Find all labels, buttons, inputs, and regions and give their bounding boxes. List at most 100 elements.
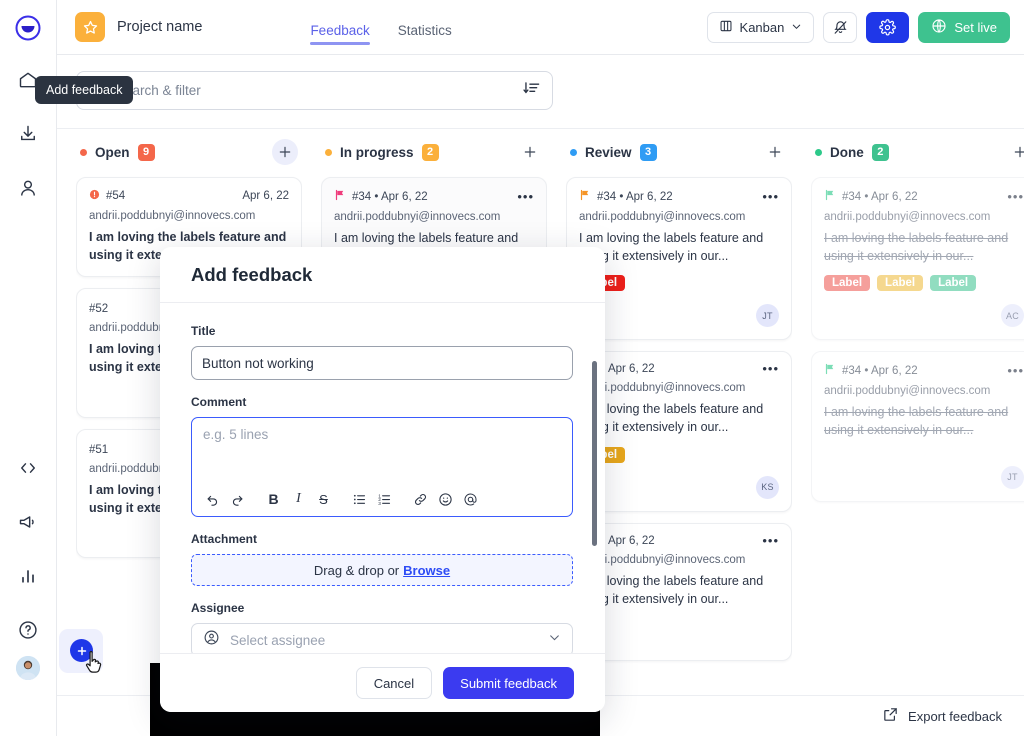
green-flag-icon bbox=[824, 363, 836, 378]
card-id: #34 • Apr 6, 22 bbox=[842, 364, 918, 377]
card-menu-button[interactable]: ••• bbox=[762, 534, 779, 547]
download-icon[interactable] bbox=[14, 120, 42, 148]
export-feedback-button[interactable]: Export feedback bbox=[882, 706, 1002, 726]
help-circle-icon[interactable] bbox=[14, 616, 42, 644]
card-text: I am loving the labels feature and using… bbox=[824, 405, 1009, 438]
card-email: andrii.poddubnyi@innovecs.com bbox=[89, 210, 256, 222]
search-input[interactable]: Search & filter bbox=[76, 71, 553, 110]
gear-icon-button[interactable] bbox=[866, 11, 910, 43]
column-title: Done bbox=[830, 144, 864, 160]
assignee-select[interactable]: Select assignee bbox=[191, 623, 573, 653]
user-icon[interactable] bbox=[14, 174, 42, 202]
link-icon[interactable] bbox=[408, 488, 433, 510]
modal-body: Title Button not working Comment e.g. 5 … bbox=[160, 303, 605, 653]
card-email: andrii.poddubnyi@innovecs.com bbox=[579, 211, 746, 223]
view-switch-kanban[interactable]: Kanban bbox=[706, 11, 815, 43]
tab-statistics[interactable]: Statistics bbox=[398, 0, 452, 55]
numbered-list-icon[interactable]: 123 bbox=[372, 488, 397, 510]
card-date: Apr 6, 22 bbox=[242, 190, 289, 202]
card-email: andrii.poddubnyi@innovecs.com bbox=[824, 385, 991, 398]
tooltip-add-feedback: Add feedback bbox=[35, 76, 134, 104]
card-labels: Label bbox=[579, 275, 779, 292]
italic-icon[interactable]: I bbox=[286, 488, 311, 510]
avatar: JT bbox=[1001, 465, 1024, 489]
modal-scrollbar[interactable] bbox=[592, 361, 597, 546]
bold-icon[interactable]: B bbox=[261, 488, 286, 510]
code-icon[interactable] bbox=[14, 454, 42, 482]
title-input[interactable]: Button not working bbox=[191, 346, 573, 380]
cancel-button[interactable]: Cancel bbox=[355, 667, 433, 699]
export-feedback-label: Export feedback bbox=[908, 708, 1002, 724]
comment-input[interactable]: e.g. 5 lines B I S 123 bbox=[191, 417, 573, 517]
avatar: KS bbox=[756, 475, 779, 499]
card-menu-button[interactable]: ••• bbox=[762, 362, 779, 375]
column-body-done: #34 • Apr 6, 22 ••• andrii.poddubnyi@inn… bbox=[811, 175, 1024, 695]
mention-icon[interactable] bbox=[458, 488, 483, 510]
assignee-field-label: Assignee bbox=[191, 601, 245, 615]
add-card-button-in-progress[interactable] bbox=[517, 139, 543, 165]
attachment-field-label: Attachment bbox=[191, 532, 258, 546]
attachment-dropzone[interactable]: Drag & drop or Browse bbox=[191, 554, 573, 586]
user-circle-icon bbox=[203, 629, 220, 651]
card-labels: Label bbox=[579, 446, 779, 463]
bar-chart-icon[interactable] bbox=[14, 562, 42, 590]
globe-icon bbox=[931, 18, 947, 37]
title-input-value: Button not working bbox=[202, 355, 314, 371]
column-count-badge: 9 bbox=[137, 143, 155, 161]
mouse-cursor-icon bbox=[83, 650, 104, 678]
add-feedback-modal: Add feedback Title Button not working Co… bbox=[160, 247, 605, 712]
view-switch-label: Kanban bbox=[739, 19, 785, 35]
add-feedback-fab[interactable] bbox=[70, 639, 102, 673]
green-flag-icon bbox=[824, 189, 836, 204]
column-count-badge: 2 bbox=[871, 143, 889, 161]
search-placeholder: Search & filter bbox=[116, 83, 201, 98]
status-dot bbox=[815, 148, 822, 156]
chevron-down-icon bbox=[548, 631, 561, 649]
column-header-in-progress: In progress 2 bbox=[321, 129, 547, 175]
add-card-button-review[interactable] bbox=[762, 139, 788, 165]
table-row[interactable]: #34 • Apr 6, 22 ••• andrii.poddubnyi@inn… bbox=[811, 177, 1024, 341]
column-count-badge: 2 bbox=[421, 143, 439, 161]
external-link-icon bbox=[882, 706, 899, 726]
orange-flag-icon bbox=[579, 189, 591, 204]
redo-icon[interactable] bbox=[225, 488, 250, 510]
column-done: Done 2 #34 • Apr 6, 22 ••• andrii.poddub… bbox=[811, 129, 1024, 695]
card-menu-button[interactable]: ••• bbox=[1007, 190, 1024, 203]
undo-icon[interactable] bbox=[200, 488, 225, 510]
card-text: I am loving the labels feature and using… bbox=[579, 231, 764, 264]
strikethrough-icon[interactable]: S bbox=[311, 488, 336, 510]
table-row[interactable]: #34 • Apr 6, 22 ••• andrii.poddubnyi@inn… bbox=[811, 351, 1024, 502]
chevron-down-icon bbox=[791, 20, 802, 35]
assignee-placeholder: Select assignee bbox=[230, 632, 326, 648]
column-title: In progress bbox=[340, 144, 414, 160]
column-count-badge: 3 bbox=[639, 143, 657, 161]
bell-off-icon[interactable] bbox=[823, 11, 858, 43]
emoji-icon[interactable] bbox=[433, 488, 458, 510]
modal-header: Add feedback bbox=[160, 247, 605, 303]
add-feedback-fab-wrapper bbox=[59, 629, 103, 673]
submit-feedback-button[interactable]: Submit feedback bbox=[443, 667, 574, 699]
add-card-button-done[interactable] bbox=[1007, 139, 1024, 165]
card-menu-button[interactable]: ••• bbox=[517, 190, 534, 203]
status-badge: Label bbox=[877, 275, 924, 292]
top-actions: Kanban Set live bbox=[706, 11, 1010, 43]
megaphone-icon[interactable] bbox=[14, 508, 42, 536]
tab-feedback[interactable]: Feedback bbox=[310, 0, 371, 55]
card-email: andrii.poddubnyi@innovecs.com bbox=[579, 553, 746, 566]
avatar[interactable] bbox=[16, 656, 40, 680]
set-live-button[interactable]: Set live bbox=[918, 11, 1010, 43]
browse-link[interactable]: Browse bbox=[403, 563, 450, 578]
status-badge: Label bbox=[930, 275, 977, 292]
card-text: I am loving the labels feature and using… bbox=[579, 573, 764, 606]
add-card-button-open[interactable] bbox=[272, 139, 298, 165]
card-menu-button[interactable]: ••• bbox=[762, 190, 779, 203]
card-email: andrii.poddubnyi@innovecs.com bbox=[579, 382, 746, 395]
main-tabs: Feedback Statistics bbox=[310, 0, 452, 55]
sort-descending-icon[interactable] bbox=[522, 79, 541, 103]
card-labels: Label Label Label bbox=[824, 275, 1024, 292]
app-logo-icon[interactable] bbox=[10, 10, 46, 46]
modal-footer: Cancel Submit feedback bbox=[160, 653, 605, 712]
avatar: JT bbox=[756, 304, 779, 328]
card-menu-button[interactable]: ••• bbox=[1007, 364, 1024, 377]
bullet-list-icon[interactable] bbox=[347, 488, 372, 510]
